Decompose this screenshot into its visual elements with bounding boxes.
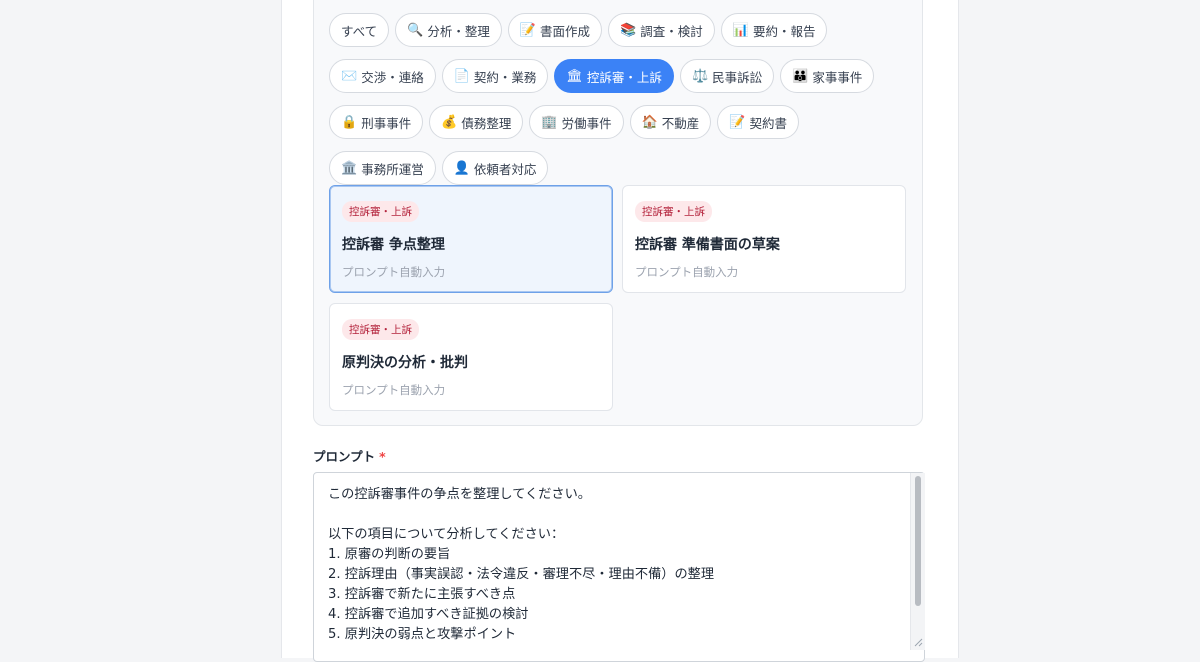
category-chip[interactable]: ⚖️ 民事訴訟 xyxy=(679,59,775,93)
category-chip[interactable]: 👪 家事事件 xyxy=(780,59,875,93)
category-chip-label: 依頼者対応 xyxy=(473,161,537,177)
category-chip-label: 不動産 xyxy=(661,115,700,131)
category-icon: 🏛️ xyxy=(341,160,358,176)
category-icon: ✉️ xyxy=(341,68,358,84)
category-chip-label: 要約・報告 xyxy=(752,23,816,39)
category-chip[interactable]: 📚 調査・検討 xyxy=(608,13,715,47)
template-card[interactable]: 控訴審・上訴控訴審 準備書面の草案 プロンプト自動入力 xyxy=(622,185,906,293)
category-chip[interactable]: 📝 契約書 xyxy=(717,105,800,139)
template-title: 控訴審 準備書面の草案 xyxy=(635,237,780,253)
category-chip[interactable]: 📄 契約・業務 xyxy=(441,59,549,93)
category-chip-label: 書面作成 xyxy=(540,23,591,39)
category-chip[interactable]: 🔍 分析・整理 xyxy=(395,13,502,47)
category-icon: 🏠 xyxy=(641,114,658,130)
category-chip-label: 分析・整理 xyxy=(427,23,490,39)
category-icon: 🏢 xyxy=(541,114,558,130)
prompt-textarea[interactable]: この控訴審事件の争点を整理してください。 以下の項目について分析してください： … xyxy=(313,472,925,662)
template-card[interactable]: 控訴審・上訴原判決の分析・批判 プロンプト自動入力 xyxy=(329,303,613,411)
template-title: 原判決の分析・批判 xyxy=(342,355,468,371)
category-chip[interactable]: 🏢 労働事件 xyxy=(529,105,624,139)
category-icon: 🔒 xyxy=(341,114,358,130)
required-mark: * xyxy=(379,449,386,464)
template-category-badge: 控訴審・上訴 xyxy=(342,201,419,222)
category-chip-label: 債務整理 xyxy=(461,115,512,131)
category-chip-label: 刑事事件 xyxy=(361,115,412,131)
category-icon: 📝 xyxy=(729,114,746,130)
category-icon: 🔍 xyxy=(407,22,424,38)
category-icon: 👤 xyxy=(453,160,470,176)
category-chip[interactable]: 👤 依頼者対応 xyxy=(441,151,549,185)
template-description: プロンプト自動入力 xyxy=(342,383,446,397)
category-icon: 👪 xyxy=(792,68,809,84)
prompt-label: プロンプト * xyxy=(313,446,386,465)
category-icon: ⚖️ xyxy=(691,68,709,84)
category-chip[interactable]: 🏠 不動産 xyxy=(629,105,712,139)
category-icon: 📄 xyxy=(453,68,470,84)
template-card-grid: 控訴審・上訴 控訴審 争点整理 プロンプト自動入力 控訴審・上訴 控訴審 準備書面の草案… xyxy=(329,185,906,411)
category-chip[interactable]: 📊 要約・報告 xyxy=(720,13,828,47)
category-chip-label: 民事訴訟 xyxy=(712,69,763,85)
category-chip-label: すべて xyxy=(341,23,378,39)
template-category-badge: 控訴審・上訴 xyxy=(342,319,419,340)
scrollbar-thumb[interactable] xyxy=(915,476,921,606)
category-chip-label: 交渉・連絡 xyxy=(361,69,424,85)
category-chip[interactable]: 🔒 刑事事件 xyxy=(329,105,424,139)
category-filter-chips: すべて 🔍 分析・整理 📝 書面作成 📚 調査・検討 📊 要約・報告 ✉️ 交渉・連絡 📄 契約・業務 🏛… xyxy=(329,13,909,185)
category-chip[interactable]: 🏛 控訴審・上訴 xyxy=(554,59,674,93)
prompt-label-text: プロンプト xyxy=(313,449,376,464)
category-chip-label: 調査・検討 xyxy=(640,23,703,39)
category-chip[interactable]: ✉️ 交渉・連絡 xyxy=(329,59,436,93)
category-chip[interactable]: 🏛️ 事務所運営 xyxy=(329,151,436,185)
category-chip-label: 事務所運営 xyxy=(361,161,424,177)
template-description: プロンプト自動入力 xyxy=(635,265,739,279)
template-card[interactable]: 控訴審・上訴控訴審 争点整理 プロンプト自動入力 xyxy=(329,185,613,293)
category-icon: 📚 xyxy=(620,22,637,38)
category-chip-label: 控訴審・上訴 xyxy=(586,69,662,85)
category-chip-label: 契約書 xyxy=(749,115,788,131)
category-chip-label: 労働事件 xyxy=(561,115,612,131)
prompt-scrollbar[interactable] xyxy=(910,473,925,650)
resize-handle-icon[interactable] xyxy=(914,638,923,647)
category-icon: 📝 xyxy=(519,22,537,38)
category-chip[interactable]: 📝 書面作成 xyxy=(507,13,603,47)
category-chip-label: 契約・業務 xyxy=(473,69,537,85)
category-chip-label: 家事事件 xyxy=(812,69,863,85)
template-title: 控訴審 争点整理 xyxy=(342,237,445,253)
category-icon: 📊 xyxy=(732,22,749,38)
template-category-badge: 控訴審・上訴 xyxy=(635,201,712,222)
category-chip[interactable]: 💰 債務整理 xyxy=(429,105,524,139)
category-icon: 💰 xyxy=(441,114,458,130)
category-icon: 🏛 xyxy=(566,68,583,84)
category-chip[interactable]: すべて xyxy=(329,13,390,47)
template-description: プロンプト自動入力 xyxy=(342,265,446,279)
